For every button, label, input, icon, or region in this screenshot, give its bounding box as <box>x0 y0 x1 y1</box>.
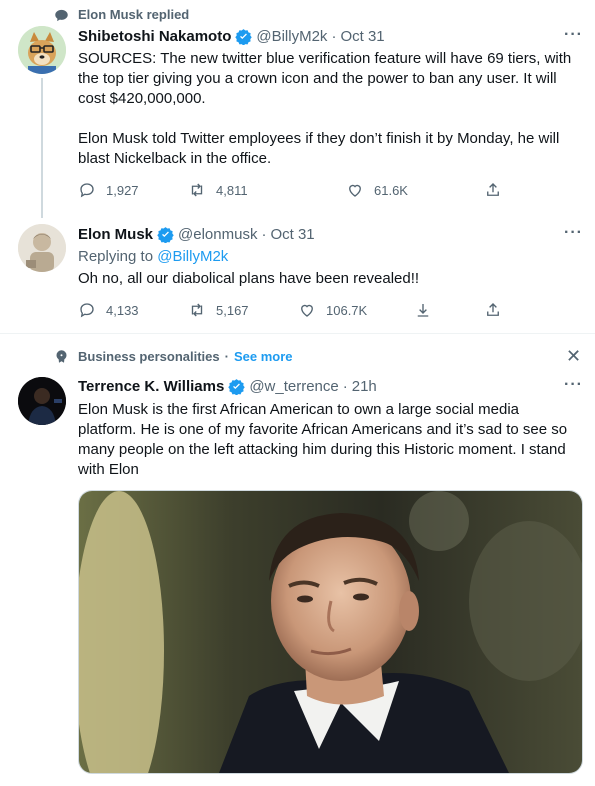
replying-handle-link[interactable]: @BillyM2k <box>157 248 228 265</box>
close-icon[interactable]: ✕ <box>566 346 581 367</box>
reply-icon <box>80 183 94 198</box>
topic-icon <box>52 347 70 365</box>
avatar-terrence[interactable] <box>18 377 66 425</box>
author-name[interactable]: Terrence K. Williams <box>78 378 224 395</box>
author-name[interactable]: Shibetoshi Nakamoto <box>78 28 231 45</box>
tweet-paragraph: Elon Musk told Twitter employees if they… <box>78 130 560 167</box>
more-options-icon[interactable]: ··· <box>564 224 583 242</box>
retweet-button[interactable]: 4,811 <box>188 181 248 199</box>
share-button[interactable] <box>484 181 502 199</box>
speech-bubble-icon <box>52 6 70 24</box>
heart-icon <box>349 184 361 197</box>
reply-count: 4,133 <box>106 302 139 318</box>
reply-button[interactable]: 1,927 <box>78 181 139 199</box>
topic-label[interactable]: Business personalities <box>78 349 220 364</box>
retweet-count: 5,167 <box>216 302 249 318</box>
author-name[interactable]: Elon Musk <box>78 226 153 243</box>
verified-badge-icon <box>235 28 253 45</box>
share-button[interactable] <box>484 301 502 319</box>
download-button[interactable] <box>414 301 432 319</box>
heart-icon <box>301 304 313 317</box>
author-handle[interactable]: @BillyM2k <box>256 28 327 45</box>
tweet-paragraph: SOURCES: The new twitter blue verificati… <box>78 50 572 107</box>
avatar-elonmusk[interactable] <box>18 224 66 272</box>
reply-icon <box>80 303 94 318</box>
retweet-icon <box>191 183 203 197</box>
author-handle[interactable]: @w_terrence <box>249 378 338 395</box>
tweet3-text: Elon Musk is the first African American … <box>78 401 568 478</box>
like-count: 61.6K <box>374 182 408 198</box>
topic-context: Business personalities · See more <box>78 349 293 364</box>
author-handle[interactable]: @elonmusk <box>178 226 257 243</box>
retweet-button[interactable]: 5,167 <box>188 301 249 319</box>
tweet2-header: Elon Musk @elonmusk · Oct 31 <box>78 226 315 243</box>
more-options-icon[interactable]: ··· <box>564 26 583 44</box>
like-button[interactable]: 106.7K <box>298 301 367 319</box>
tweet1-header: Shibetoshi Nakamoto @BillyM2k · Oct 31 <box>78 28 385 45</box>
verified-badge-icon <box>228 378 246 395</box>
see-more-link[interactable]: See more <box>234 349 293 364</box>
reply-count: 1,927 <box>106 182 139 198</box>
retweet-count: 4,811 <box>216 182 248 198</box>
like-count: 106.7K <box>326 302 368 318</box>
avatar-shibetoshi[interactable] <box>18 26 66 74</box>
thread-line <box>41 78 43 218</box>
tweet2-text: Oh no, all our diabolical plans have bee… <box>78 270 420 287</box>
tweet3-header: Terrence K. Williams @w_terrence · 21h <box>78 378 377 395</box>
separator: · <box>342 378 348 395</box>
timestamp[interactable]: Oct 31 <box>340 28 384 45</box>
timestamp[interactable]: 21h <box>352 378 377 395</box>
replying-prefix: Replying to <box>78 248 158 265</box>
reply-button[interactable]: 4,133 <box>78 301 139 319</box>
separator: · <box>331 28 337 45</box>
download-icon <box>417 304 429 317</box>
replying-to: Replying to @BillyM2k <box>78 247 228 267</box>
tweet-divider <box>0 333 595 334</box>
reply-context-label[interactable]: Elon Musk replied <box>78 7 189 22</box>
retweet-icon <box>191 303 203 317</box>
tweet-photo[interactable] <box>78 490 583 774</box>
share-icon <box>487 183 499 196</box>
like-button[interactable]: 61.6K <box>346 181 408 199</box>
share-icon <box>487 303 499 316</box>
tweet1-text: SOURCES: The new twitter blue verificati… <box>78 49 578 169</box>
separator: · <box>224 349 229 364</box>
timestamp[interactable]: Oct 31 <box>270 226 314 243</box>
more-options-icon[interactable]: ··· <box>564 376 583 394</box>
verified-badge-icon <box>157 226 174 243</box>
separator: · <box>261 226 267 243</box>
